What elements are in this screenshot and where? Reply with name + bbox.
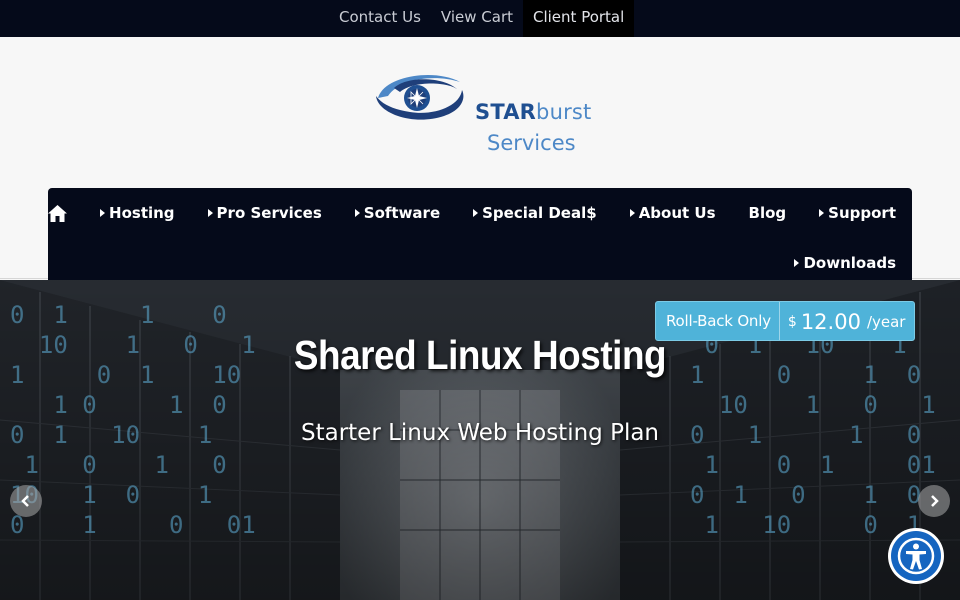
caret-right-icon [473,209,479,217]
accessibility-button-inner [891,531,941,581]
topbar-links: Contact Us View Cart Client Portal [329,0,635,37]
nav-blog-label: Blog [748,204,787,222]
hero-subtitle: Starter Linux Web Hosting Plan [300,420,660,446]
accessibility-icon [897,537,935,575]
caret-right-icon [629,209,635,217]
nav-about-us-label: About Us [638,204,716,222]
nav-downloads[interactable]: Downloads [794,254,896,272]
nav-hosting[interactable]: Hosting [100,204,175,222]
home-icon [48,204,68,222]
nav-special-deals[interactable]: Special Deal$ [473,204,597,222]
contact-us-link[interactable]: Contact Us [329,0,431,37]
caret-right-icon [354,209,360,217]
nav-support[interactable]: Support [819,204,896,222]
accessibility-button[interactable] [888,528,944,584]
main-navigation: Hosting Pro Services Software Special De… [48,188,912,288]
client-portal-link[interactable]: Client Portal [523,0,635,37]
nav-about-us[interactable]: About Us [629,204,716,222]
nav-support-label: Support [828,204,896,222]
site-header: STARburst Services Hosting Pro Services … [0,37,960,288]
nav-pro-services-label: Pro Services [216,204,322,222]
nav-row-primary: Hosting Pro Services Software Special De… [48,188,896,238]
price-amount: 12.00 [800,310,861,334]
nav-downloads-label: Downloads [803,254,896,272]
nav-blog[interactable]: Blog [749,204,787,222]
carousel-next-button[interactable] [918,485,950,517]
price-period: /year [866,313,906,331]
chevron-right-icon [931,495,939,507]
caret-right-icon [207,209,213,217]
nav-software-label: Software [363,204,441,222]
nav-hosting-label: Hosting [109,204,175,222]
nav-special-deals-label: Special Deal$ [482,204,597,222]
hero-title: Shared Linux Hosting [293,332,667,378]
site-logo[interactable]: STARburst Services [374,68,594,155]
price-currency: $ [787,314,797,330]
nav-home[interactable] [48,204,68,222]
view-cart-link[interactable]: View Cart [431,0,523,37]
caret-right-icon [100,209,106,217]
hero-carousel: 0 1 1 0 10 1 0 1 1 0 1 10 1 0 1 0 0 1 10… [0,280,960,600]
carousel-prev-button[interactable] [10,485,42,517]
logo-wordmark: STARburst [475,100,592,124]
nav-pro-services[interactable]: Pro Services [207,204,322,222]
nav-software[interactable]: Software [354,204,441,222]
caret-right-icon [819,209,825,217]
top-utility-bar: Contact Us View Cart Client Portal [0,0,960,37]
caret-right-icon [794,259,800,267]
logo-tagline: Services [487,131,576,155]
starburst-eye-icon [376,75,464,120]
chevron-left-icon [21,495,29,507]
